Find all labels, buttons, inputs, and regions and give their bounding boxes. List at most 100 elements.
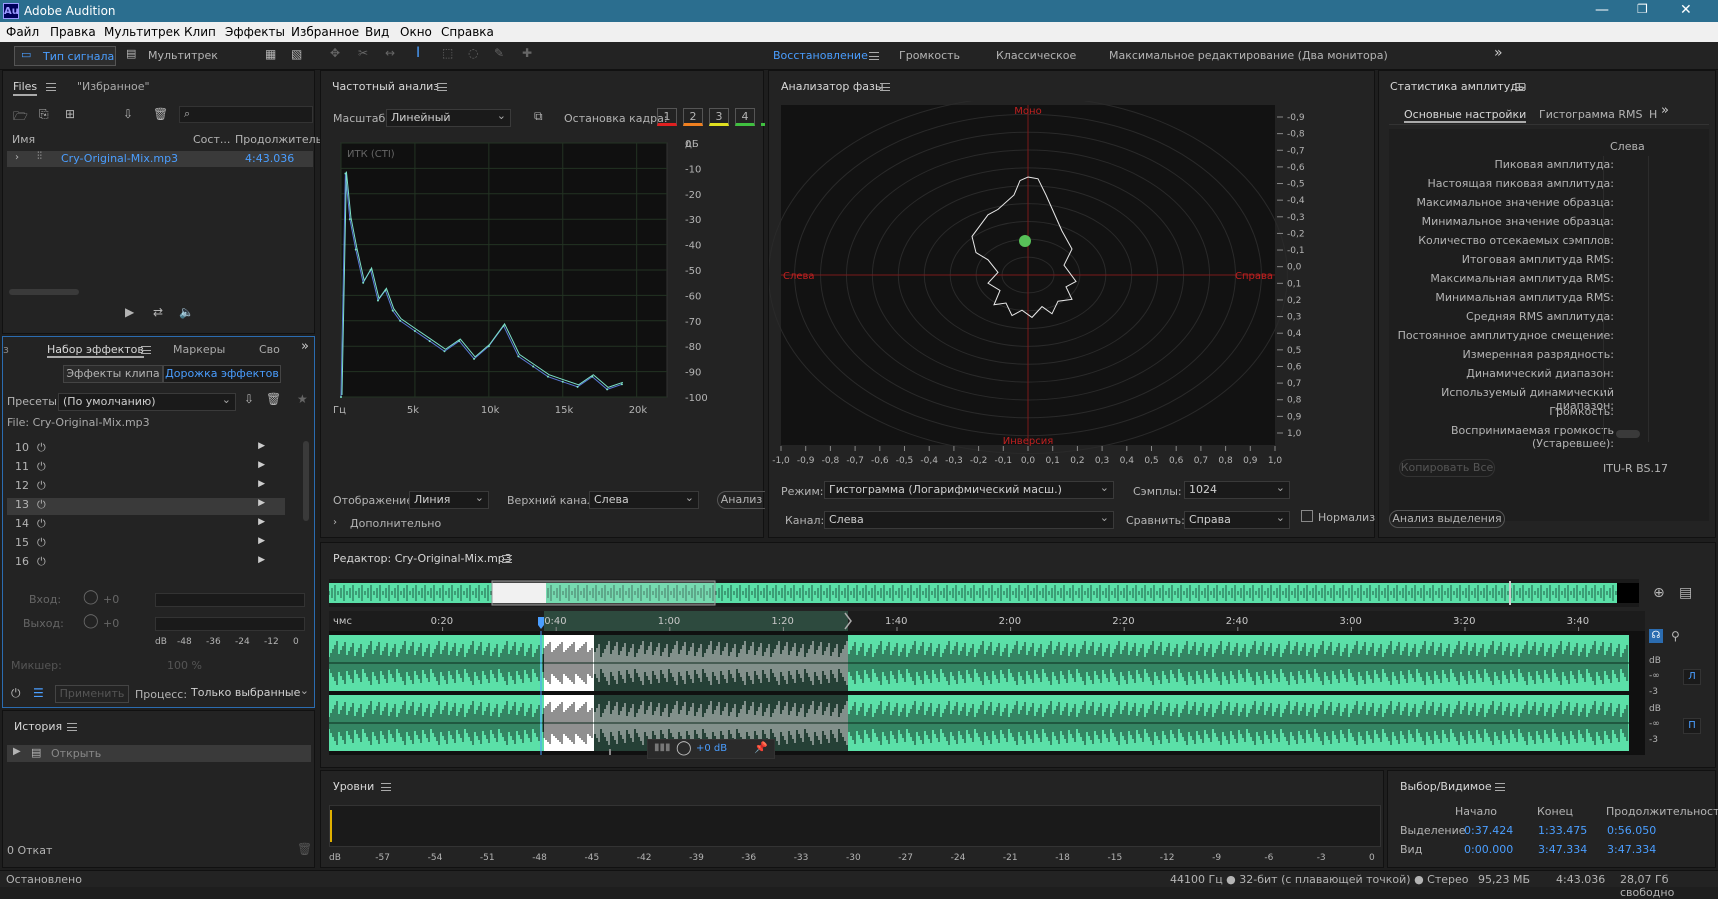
channel-right-toggle[interactable]: П: [1683, 718, 1701, 734]
pin-hud-icon[interactable]: 📌: [754, 741, 768, 754]
time-selection-tool-icon[interactable]: I: [416, 45, 420, 61]
col-state[interactable]: Сост...: [193, 133, 230, 146]
channel-select[interactable]: Слева: [824, 510, 1114, 529]
menu-multitrack[interactable]: Мультитрек: [104, 25, 180, 39]
freeze-frame-3[interactable]: 3: [709, 108, 729, 126]
history-delete-icon[interactable]: 🗑: [297, 842, 312, 856]
files-search-input[interactable]: ⌕: [179, 106, 313, 123]
channel-left-toggle[interactable]: Л: [1683, 669, 1701, 685]
effects-rack-tab[interactable]: Набор эффектов: [47, 343, 144, 358]
maximize-button[interactable]: ❐: [1637, 2, 1648, 16]
top-channel-select[interactable]: Слева: [589, 490, 699, 509]
mixer-value[interactable]: 100 %: [167, 659, 202, 672]
workspace-loudness[interactable]: Громкость: [899, 49, 960, 62]
output-value[interactable]: +0: [103, 617, 119, 630]
power-icon[interactable]: ⏻: [37, 517, 46, 531]
list-view-icon[interactable]: ☰: [33, 686, 44, 700]
menu-clip[interactable]: Клип: [184, 25, 216, 39]
freq-menu-icon[interactable]: [437, 83, 447, 91]
slot-arrow-icon[interactable]: ▶: [258, 517, 265, 527]
effect-slot[interactable]: 11 ⏻ ▶: [7, 460, 285, 477]
headphones-icon[interactable]: ☊: [1649, 629, 1663, 643]
gain-value[interactable]: +0 dB: [696, 743, 727, 754]
waveform-overview[interactable]: [329, 579, 1639, 607]
output-knob-icon[interactable]: ◯: [83, 613, 99, 629]
razor-tool-icon[interactable]: ✂: [358, 46, 368, 60]
advanced-label[interactable]: Дополнительно: [350, 517, 441, 530]
freeze-frame-1[interactable]: 1: [657, 108, 677, 126]
properties-tab[interactable]: Сво: [259, 343, 280, 356]
play-icon[interactable]: ▶: [125, 305, 134, 319]
delete-preset-icon[interactable]: 🗑: [266, 392, 281, 406]
menu-effects[interactable]: Эффекты: [225, 25, 285, 39]
amp-menu-icon[interactable]: [1515, 83, 1525, 91]
lasso-tool-icon[interactable]: ◌: [468, 46, 478, 60]
stereo-waveform[interactable]: [329, 631, 1645, 755]
input-value[interactable]: +0: [103, 593, 119, 606]
freeze-icon[interactable]: ⧉: [534, 109, 543, 124]
spot-healing-icon[interactable]: ✚: [522, 46, 532, 60]
insert-icon[interactable]: ⇩: [123, 107, 133, 121]
delete-icon[interactable]: 🗑: [153, 107, 168, 121]
menu-file[interactable]: Файл: [6, 25, 39, 39]
file-row[interactable]: › ⫶⫶ Cry-Original-Mix.mp3 4:43.036: [7, 151, 313, 167]
gain-knob-icon[interactable]: ◯: [676, 740, 692, 756]
analyze-button[interactable]: Анализ: [717, 491, 765, 509]
advanced-expand-icon[interactable]: ›: [333, 517, 337, 528]
menu-window[interactable]: Окно: [400, 25, 432, 39]
effects-scrollbar[interactable]: [303, 441, 309, 521]
expand-icon[interactable]: ›: [15, 152, 19, 163]
input-knob-icon[interactable]: ◯: [83, 589, 99, 605]
files-menu-icon[interactable]: [46, 83, 56, 91]
levels-menu-icon[interactable]: [381, 783, 391, 791]
marquee-tool-icon[interactable]: ⬚: [442, 46, 453, 60]
process-select[interactable]: Только выбранные: [187, 683, 313, 703]
pitch-view-icon[interactable]: ▧: [291, 47, 302, 61]
clip-effects-tab[interactable]: Эффекты клипа: [63, 365, 163, 383]
save-preset-icon[interactable]: ⇩: [244, 392, 254, 406]
workspace-max-editing[interactable]: Максимальное редактирование (Два монитор…: [1109, 49, 1388, 62]
spectral-view-icon[interactable]: ▦: [265, 47, 276, 61]
scale-select[interactable]: Линейный: [386, 108, 511, 127]
display-select[interactable]: Линия: [409, 490, 489, 509]
power-icon[interactable]: ⏻: [37, 460, 46, 474]
amp-tab-rms-histogram[interactable]: Гистограмма RMS: [1539, 108, 1643, 121]
files-tab[interactable]: Files: [13, 80, 38, 96]
multitrack-view-button[interactable]: ▤ Мультитрек: [122, 46, 218, 66]
import-icon[interactable]: ⎘: [39, 107, 49, 122]
menu-edit[interactable]: Правка: [50, 25, 96, 39]
favorite-star-icon[interactable]: ★: [297, 392, 308, 406]
zoom-to-selection-icon[interactable]: ⊕: [1653, 585, 1665, 601]
markers-tab[interactable]: Маркеры: [173, 343, 225, 356]
amp-tabs-more-icon[interactable]: »: [1661, 103, 1669, 118]
copy-all-button[interactable]: Копировать Все: [1399, 459, 1495, 477]
slot-arrow-icon[interactable]: ▶: [258, 536, 265, 546]
prev-tab[interactable]: з: [3, 343, 9, 356]
slip-tool-icon[interactable]: ↔: [385, 46, 395, 60]
menu-favorites[interactable]: Избранное: [291, 25, 359, 39]
slot-arrow-icon[interactable]: ▶: [258, 460, 265, 470]
selview-menu-icon[interactable]: [1495, 783, 1505, 791]
apply-button[interactable]: Применить: [55, 685, 129, 703]
time-ruler[interactable]: чмс 0:20 0:40 1:00 1:20 1:40 2:00 2:20 2:40 3:00 3…: [329, 611, 1645, 631]
editor-settings-icon[interactable]: ▤: [1679, 585, 1692, 601]
editor-menu-icon[interactable]: [502, 555, 512, 563]
marker-pin-icon[interactable]: ⚲: [1671, 629, 1680, 643]
master-power-icon[interactable]: ⏻: [11, 686, 21, 701]
menu-view[interactable]: Вид: [365, 25, 389, 39]
samples-select[interactable]: 1024: [1184, 480, 1290, 499]
workspace-menu-icon[interactable]: [869, 52, 879, 60]
view-end[interactable]: 3:47.334: [1538, 843, 1587, 856]
new-file-icon[interactable]: ⊞: [65, 107, 75, 121]
power-icon[interactable]: ⏻: [37, 498, 46, 512]
freeze-frame-2[interactable]: 2: [683, 108, 703, 126]
track-effects-tab[interactable]: Дорожка эффектов: [163, 365, 281, 383]
workspace-classic[interactable]: Классическое: [996, 49, 1076, 62]
autoplay-icon[interactable]: 🔈: [179, 305, 194, 319]
power-icon[interactable]: ⏻: [37, 536, 46, 550]
open-folder-icon[interactable]: 🗁: [13, 107, 28, 128]
effect-slot[interactable]: 14 ⏻ ▶: [7, 517, 285, 534]
stats-scrollbar[interactable]: [1616, 430, 1640, 438]
power-icon[interactable]: ⏻: [37, 441, 46, 455]
col-duration[interactable]: Продолжительн: [235, 133, 329, 146]
